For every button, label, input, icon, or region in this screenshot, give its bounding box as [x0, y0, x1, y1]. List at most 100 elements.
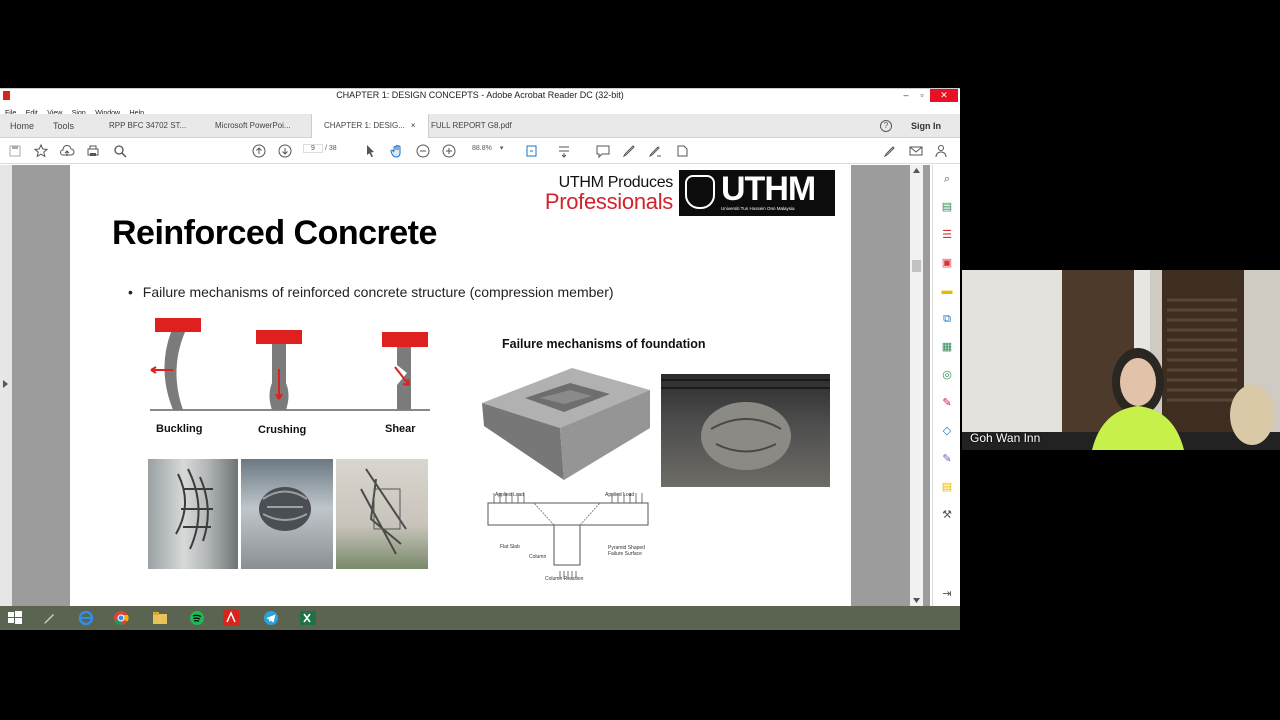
label-failure-surface: Pyramid Shaped Failure Surface [608, 545, 645, 557]
organize-pages-icon[interactable]: ☰ [940, 228, 954, 242]
scrollbar-thumb[interactable] [912, 260, 921, 272]
window-title: CHAPTER 1: DESIGN CONCEPTS - Adobe Acrob… [336, 90, 624, 100]
foundation-heading: Failure mechanisms of foundation [502, 337, 706, 351]
label-column-reaction: Column Reaction [545, 576, 584, 582]
next-page-icon[interactable] [277, 143, 293, 159]
comment-icon[interactable] [595, 143, 611, 159]
label-column: Column [529, 554, 547, 560]
foundation-3d-model [482, 368, 650, 480]
edit-tool-icon[interactable]: ✎ [940, 452, 954, 466]
tab-close-icon[interactable]: × [411, 121, 416, 130]
help-icon[interactable]: ? [880, 120, 892, 132]
hand-tool-icon[interactable] [389, 143, 405, 159]
cloud-upload-icon[interactable] [59, 143, 75, 159]
email-icon[interactable] [908, 143, 924, 159]
page-number-input[interactable]: 9 [303, 144, 323, 153]
edit-pdf-icon[interactable] [882, 143, 898, 159]
prepare-form-icon[interactable]: ▤ [940, 480, 954, 494]
punching-shear-diagram [487, 493, 649, 579]
tab-tools[interactable]: Tools [53, 114, 74, 138]
highlight-pen-icon[interactable] [621, 143, 637, 159]
chevron-down-icon: ▾ [499, 145, 504, 152]
uthm-logo: UTHM Universiti Tun Hussein Onn Malaysia [679, 170, 835, 216]
scroll-up-icon[interactable] [913, 168, 920, 173]
zoom-select[interactable]: 88.8% ▾ [472, 144, 503, 152]
photo-buckled-column [148, 459, 238, 569]
bullet-text: Failure mechanisms of reinforced concret… [142, 284, 614, 300]
compress-tool-icon[interactable]: ◎ [940, 368, 954, 382]
menu-bar: File Edit View Sign Window Help [0, 102, 960, 117]
acrobat-taskbar-icon[interactable] [222, 609, 240, 627]
tab-home[interactable]: Home [10, 114, 34, 138]
shear-load-block [382, 332, 428, 347]
internet-explorer-icon[interactable] [77, 609, 95, 627]
pdf-page: UTHM Produces Professionals UTHM Univers… [70, 165, 851, 606]
previous-page-icon[interactable] [251, 143, 267, 159]
windows-taskbar [0, 606, 960, 630]
label-applied-load-left: Applied Load [495, 492, 525, 498]
screen: CHAPTER 1: DESIGN CONCEPTS - Adobe Acrob… [0, 0, 1280, 720]
windows-start-icon[interactable] [6, 609, 24, 627]
zoom-tool-icon[interactable]: ⌕ [940, 172, 954, 186]
chrome-icon[interactable] [112, 609, 130, 627]
webcam-feed [962, 270, 1280, 450]
logo-text: UTHM [721, 170, 816, 208]
document-area[interactable]: UTHM Produces Professionals UTHM Univers… [0, 165, 930, 606]
page-fit-icon[interactable] [524, 143, 540, 159]
combine-files-icon[interactable]: ⧉ [940, 312, 954, 326]
brand-tagline: UTHM Produces Professionals [525, 174, 673, 213]
page-total: / 38 [324, 145, 337, 152]
webcam-video-tile: Goh Wan Inn [962, 270, 1280, 450]
sign-in-button[interactable]: Sign In [911, 114, 941, 138]
label-crushing: Crushing [258, 424, 307, 436]
spreadsheet-tool-icon[interactable]: ▦ [940, 340, 954, 354]
acrobat-window: CHAPTER 1: DESIGN CONCEPTS - Adobe Acrob… [0, 88, 960, 630]
save-icon[interactable] [7, 143, 23, 159]
spotify-icon[interactable] [188, 609, 206, 627]
export-pdf-icon[interactable]: ▤ [940, 200, 954, 214]
more-tools-icon[interactable]: ⚒ [940, 508, 954, 522]
fill-sign-tool-icon[interactable]: ✎ [940, 396, 954, 410]
buckling-load-block [155, 318, 201, 332]
share-user-icon[interactable] [934, 143, 950, 159]
create-pdf-icon[interactable]: ▣ [940, 256, 954, 270]
scroll-mode-icon[interactable] [556, 143, 572, 159]
tab-doc-rpp[interactable]: RPP BFC 34702 ST... [109, 114, 186, 138]
left-panel-toggle[interactable] [0, 165, 12, 606]
tab-doc-chapter1[interactable]: CHAPTER 1: DESIG... × [311, 114, 429, 138]
close-window-button[interactable]: ✕ [930, 89, 958, 103]
zoom-in-icon[interactable] [441, 143, 457, 159]
zoom-out-icon[interactable] [415, 143, 431, 159]
print-icon[interactable] [85, 143, 101, 159]
participant-name: Goh Wan Inn [970, 431, 1041, 445]
select-cursor-icon[interactable] [362, 143, 378, 159]
column-failure-diagram [150, 318, 430, 411]
bookmark-star-icon[interactable] [33, 143, 49, 159]
tab-bar: Home Tools RPP BFC 34702 ST... Microsoft… [0, 114, 960, 138]
expand-left-icon[interactable] [3, 380, 9, 388]
photo-foundation-failure [661, 374, 830, 487]
zoom-value: 88.8% [472, 145, 492, 152]
comment-tool-icon[interactable]: ▬ [940, 284, 954, 298]
bullet-line: • Failure mechanisms of reinforced concr… [128, 284, 614, 300]
vertical-scrollbar[interactable] [910, 165, 923, 606]
search-icon[interactable] [112, 143, 128, 159]
pen-icon[interactable] [40, 609, 58, 627]
file-explorer-icon[interactable] [151, 609, 169, 627]
photo-crushed-column [241, 459, 333, 569]
minimize-button[interactable]: – [898, 89, 914, 103]
excel-icon[interactable] [299, 609, 317, 627]
fill-sign-icon[interactable] [674, 143, 690, 159]
draw-signature-icon[interactable] [647, 143, 663, 159]
tab-doc-powerpoint[interactable]: Microsoft PowerPoi... [215, 114, 291, 138]
tab-doc-chapter1-label: CHAPTER 1: DESIG... [324, 121, 405, 130]
scroll-down-icon[interactable] [913, 598, 920, 603]
photo-shear-column [336, 459, 428, 569]
collapse-pane-icon[interactable]: ⇥ [940, 587, 954, 601]
protect-shield-icon[interactable]: ◇ [940, 424, 954, 438]
maximize-button[interactable]: ▫ [914, 89, 930, 103]
toolbar: 9 / 38 88.8% ▾ [0, 138, 960, 164]
telegram-icon[interactable] [262, 609, 280, 627]
tab-doc-full-report[interactable]: FULL REPORT G8.pdf [431, 114, 512, 138]
logo-subtext: Universiti Tun Hussein Onn Malaysia [721, 206, 795, 211]
